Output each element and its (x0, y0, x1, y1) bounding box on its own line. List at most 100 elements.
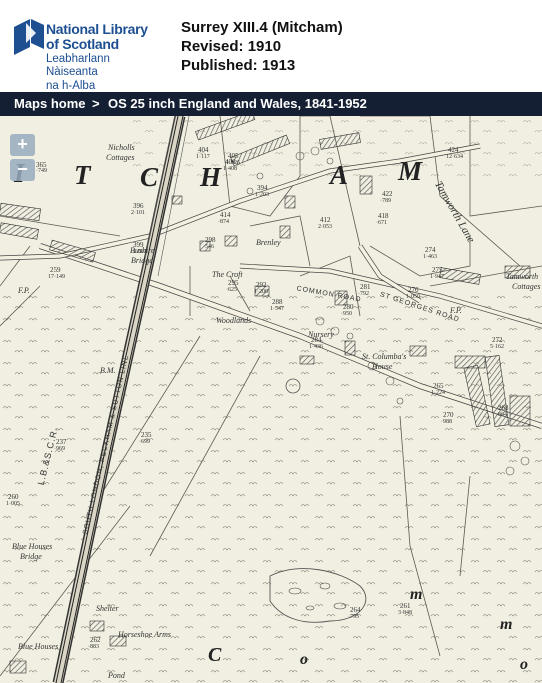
label-nicholls: Nicholls (108, 143, 135, 152)
logo-line-2: of Scotland (46, 36, 119, 52)
parcel-number: ·699 (139, 439, 150, 445)
label-shelter: Shelter (96, 604, 119, 613)
zoom-control: + − (10, 134, 35, 184)
parcel-number: ·792 (358, 291, 369, 297)
parcel-number: 295 (228, 279, 239, 287)
parcel-number: 268 (498, 404, 509, 412)
label-brenley: Brenley (256, 238, 281, 247)
parcel-number: 275 (432, 266, 443, 274)
town-name-letter-2: T (74, 160, 91, 190)
sheet-title: Surrey XIII.4 (Mitcham) (181, 19, 343, 36)
parcel-number: 270 (443, 411, 454, 419)
logo-gaelic-1: Leabharlann Nàiseanta (46, 53, 110, 78)
logo-line-1: National Library (46, 21, 148, 37)
breadcrumb: Maps home > OS 25 inch England and Wales… (0, 92, 542, 116)
parcel-number: ·874 (218, 219, 229, 225)
parcel-number: ·883 (88, 644, 99, 650)
parcel-number: 12·634 (446, 154, 463, 160)
parcel-number: 396 (133, 202, 144, 210)
parcel-number: 276 (408, 286, 419, 294)
label-bm: B.M. (100, 366, 116, 375)
parcel-number: 5·162 (490, 344, 504, 350)
label-fp-1: F.P. (18, 286, 30, 295)
parcel-number: 1·005 (6, 501, 20, 507)
parcel-number: 298 (205, 236, 216, 244)
parcel-number: 422 (382, 190, 393, 198)
label-horseshoe-arms: Horseshoe Arms (118, 630, 171, 639)
sheet-info: Surrey XIII.4 (Mitcham) Revised: 1910 Pu… (181, 18, 343, 75)
parcel-number: 1·117 (196, 154, 210, 160)
common-grass (0, 296, 542, 683)
label-nicholls-cottages: Cottages (106, 153, 135, 162)
town-name-letter-6: M (398, 156, 423, 186)
parcel-number: 412 (320, 216, 331, 224)
label-blue-houses-bridge: Blue Houses (12, 542, 53, 551)
label-woodlands: Woodlands (216, 316, 252, 325)
parcel-number: 1·947 (430, 274, 444, 280)
parcel-number: 2·053 (318, 224, 332, 230)
parcel-number: 264 (350, 606, 361, 614)
common-letter-3: m (410, 586, 423, 603)
breadcrumb-maps-home[interactable]: Maps home (14, 92, 86, 116)
common-letter-4: m (500, 616, 513, 633)
label-st-columbas: St. Columba's (362, 352, 407, 361)
common-letter-1: C (208, 644, 222, 666)
parcel-number: 399 (133, 241, 144, 249)
parcel-number: 235 (141, 431, 152, 439)
parcel-number: 281 (360, 283, 371, 291)
parcel-number: 404 (198, 146, 209, 154)
parcel-number: 1·347 (270, 306, 284, 312)
parcel-number: 1·200 (254, 289, 268, 295)
parcel-number: 280 (343, 303, 354, 311)
map-canvas (0, 116, 542, 683)
label-blue-houses: Blue Houses (18, 642, 59, 651)
parcel-number: 394 (257, 184, 268, 192)
parcel-number: ·789 (380, 198, 391, 204)
label-bh-bridge: Bridge (20, 552, 42, 561)
parcel-number: 284 (311, 336, 322, 344)
town-name-letter-4: H (200, 162, 222, 192)
parcel-number: 1·408 (223, 166, 237, 172)
label-tamworth: Tamworth (506, 272, 539, 281)
parcel-number: 418 (378, 212, 389, 220)
parcel-number: 17·149 (48, 274, 65, 280)
parcel-number: ·671 (376, 220, 387, 226)
breadcrumb-separator: > (92, 96, 100, 111)
map-viewport[interactable]: I T C H A M C o m m o Nicholls Cottages … (0, 116, 542, 683)
common-letter-2: o (300, 651, 308, 668)
label-tamworth-cottages: Cottages (512, 282, 541, 291)
zoom-in-button[interactable]: + (10, 134, 35, 156)
parcel-number: 292 (256, 281, 267, 289)
parcel-number: 1·002 (133, 249, 147, 255)
label-house: House (372, 362, 393, 371)
zoom-out-button[interactable]: − (10, 159, 35, 181)
parcel-number: 288 (272, 298, 283, 306)
parcel-number: ·988 (441, 419, 452, 425)
parcel-number: 406 (225, 158, 236, 166)
nls-logo-icon (14, 19, 44, 55)
parcel-number: 259 (50, 266, 61, 274)
label-bushire-bridge: Bridge (131, 256, 153, 265)
parcel-number: 265 (433, 382, 444, 390)
parcel-number: 260 (8, 493, 19, 501)
parcel-number: ·625 (226, 287, 237, 293)
label-the-croft: The Croft (212, 270, 243, 279)
parcel-number: 1·203 (255, 192, 269, 198)
parcel-number: 1·224 (431, 390, 445, 396)
town-name-letter-3: C (140, 162, 159, 192)
parcel-number: 1·463 (423, 254, 437, 260)
parcel-number: 424 (448, 146, 459, 154)
parcel-number: 3·848 (398, 610, 412, 616)
parcel-number: 272 (492, 336, 503, 344)
parcel-number: ·546 (203, 244, 214, 250)
parcel-number: 2·101 (131, 210, 145, 216)
parcel-number: 414 (220, 211, 231, 219)
parcel-number: 262 (90, 636, 101, 644)
sheet-revised: Revised: 1910 (181, 38, 282, 55)
parcel-number: 1·436 (309, 344, 323, 350)
common-letter-5: o (520, 656, 528, 673)
breadcrumb-series[interactable]: OS 25 inch England and Wales, 1841-1952 (108, 92, 367, 116)
label-pond: Pond (108, 671, 125, 680)
town-name-letter-5: A (330, 160, 349, 190)
nls-logo[interactable]: National Library of Scotland Leabharlann… (14, 17, 164, 92)
